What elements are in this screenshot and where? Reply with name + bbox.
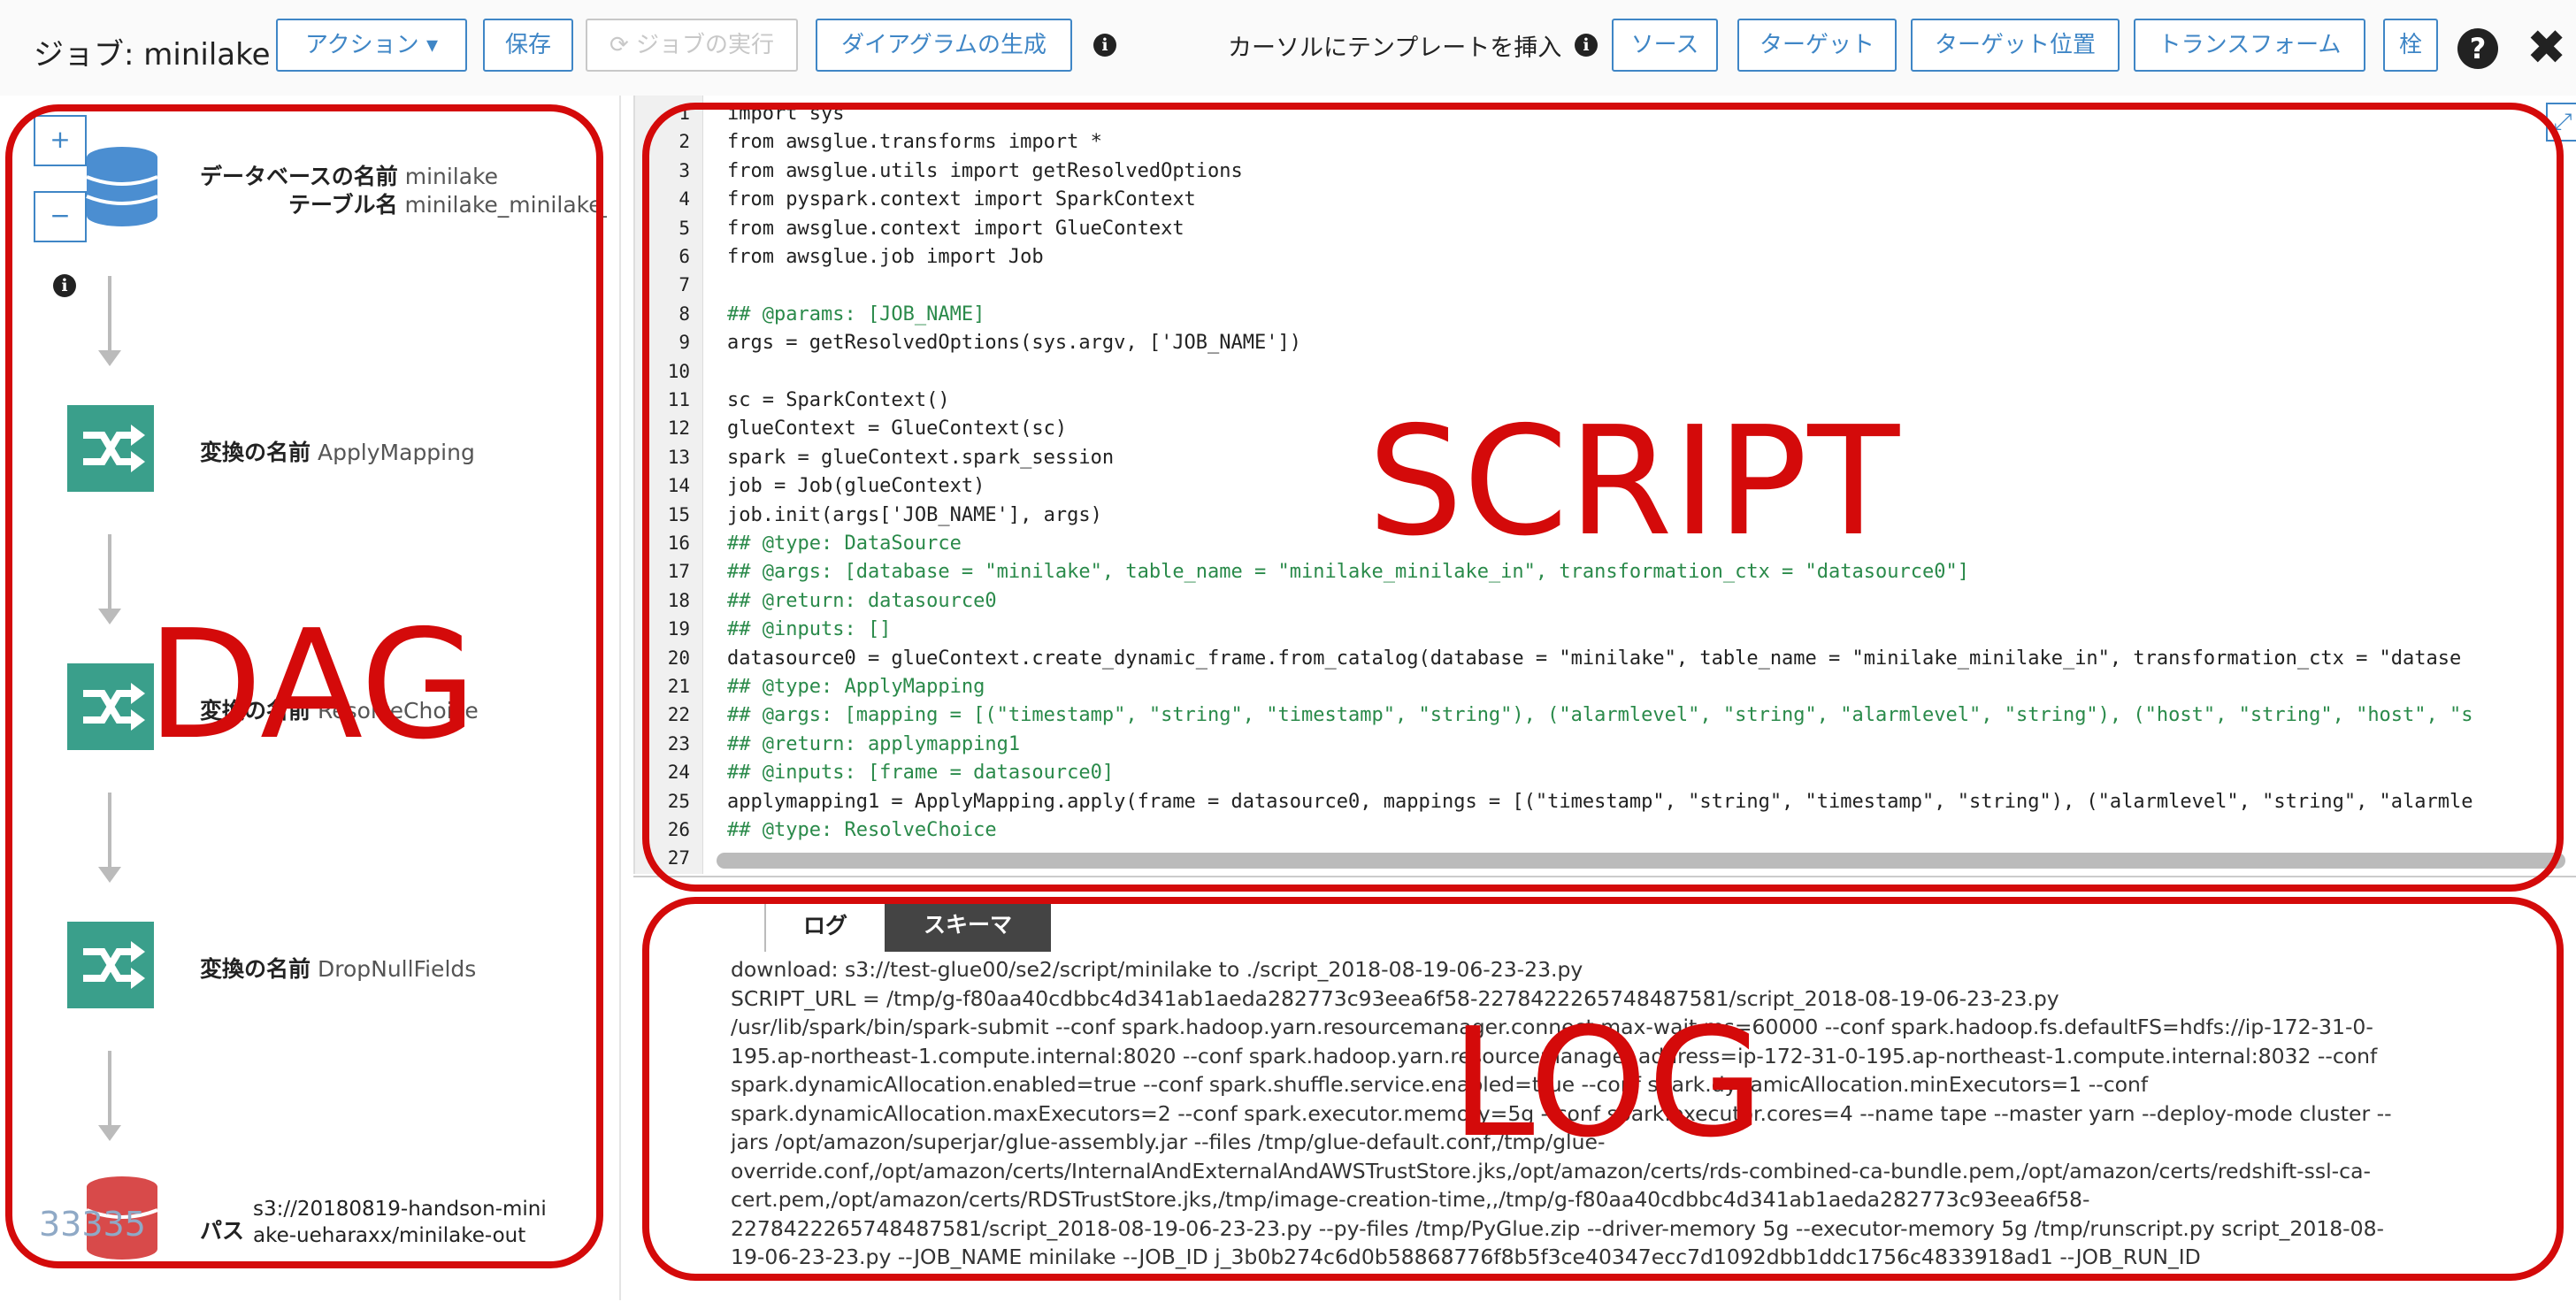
info-icon[interactable]: i xyxy=(1093,34,1116,57)
generate-diagram-button[interactable]: ダイアグラムの生成 xyxy=(816,19,1072,72)
transform-button[interactable]: トランスフォーム xyxy=(2134,19,2365,72)
target-location-button[interactable]: ターゲット位置 xyxy=(1911,19,2120,72)
script-annotation-label: SCRIPT xyxy=(1368,394,1900,570)
save-button[interactable]: 保存 xyxy=(483,19,573,72)
run-job-button[interactable]: ⟳ ジョブの実行 xyxy=(586,19,798,72)
run-job-label: ジョブの実行 xyxy=(636,32,775,58)
dag-annotation-label: DAG xyxy=(147,598,477,773)
target-button[interactable]: ターゲット xyxy=(1737,19,1897,72)
refresh-icon: ⟳ xyxy=(609,32,629,58)
source-button[interactable]: ソース xyxy=(1612,19,1718,72)
insert-info-icon[interactable]: i xyxy=(1575,34,1598,57)
job-toolbar: ジョブ: minilake アクション ▾ 保存 ⟳ ジョブの実行 ダイアグラム… xyxy=(0,0,2576,96)
log-annotation-label: LOG xyxy=(1451,996,1765,1171)
action-dropdown-button[interactable]: アクション ▾ xyxy=(276,19,467,72)
help-icon[interactable]: ? xyxy=(2457,28,2498,69)
close-icon[interactable]: ✖ xyxy=(2526,21,2566,74)
extra-button[interactable]: 栓 xyxy=(2383,19,2438,72)
insert-template-label: カーソルにテンプレートを挿入 xyxy=(1228,34,1562,62)
job-title: ジョブ: minilake xyxy=(34,37,271,73)
